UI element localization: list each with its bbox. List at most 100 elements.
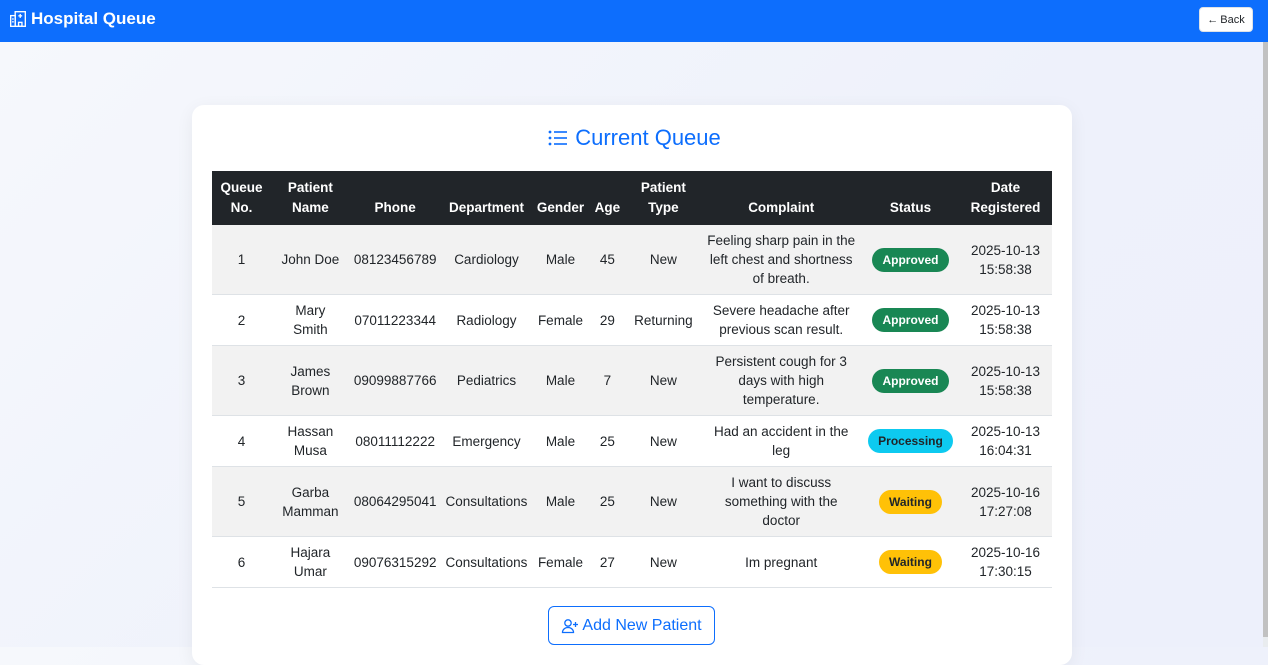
cell-text: 17:30:15	[979, 564, 1032, 579]
cell-text: Cardiology	[454, 252, 519, 267]
cell-department: Consultations	[440, 536, 533, 588]
cell-patient-name: Mary Smith	[270, 294, 350, 346]
cell-text: Brown	[291, 382, 330, 398]
table-row[interactable]: 5 Garba Mamman 08064295041 Consultations Male…	[212, 466, 1052, 537]
cell-text: Male	[545, 252, 576, 267]
cell-text: 09076315292	[353, 554, 437, 570]
column-header-text: Queue	[220, 180, 263, 195]
cell-text: Pediatrics	[456, 373, 517, 388]
cell-text: 15:58:38	[979, 322, 1032, 337]
table-row[interactable]: 2 Mary Smith 07011223344 Radiology Female 29 Re…	[212, 294, 1052, 346]
cell-text: John Doe	[281, 252, 340, 267]
arrow-left-icon: ←	[1207, 13, 1219, 26]
cell-text: 1	[237, 252, 246, 267]
back-button[interactable]: ← Back	[1199, 7, 1253, 32]
page-title-text: Current Queue	[575, 125, 721, 150]
hospital-icon	[9, 10, 27, 28]
top-navbar: Hospital Queue ← Back	[0, 0, 1268, 42]
cell-text: 6	[237, 554, 246, 570]
cell-queue-no: 6	[212, 536, 271, 588]
table-header-row: Queue No. Patient Name Phone Department Gender…	[212, 171, 1052, 225]
cell-status: Processing	[862, 415, 959, 467]
column-header: Department	[440, 171, 533, 225]
column-header: Queue No.	[212, 171, 271, 225]
cell-queue-no: 3	[212, 345, 271, 416]
page-title: Current Queue	[0, 124, 1268, 152]
cell-text: Returning	[634, 312, 693, 328]
cell-text: Musa	[293, 443, 327, 458]
cell-text: 2025-10-16	[970, 545, 1041, 560]
cell-gender: Male	[532, 345, 589, 416]
cell-patient-name: Hajara Umar	[270, 536, 350, 588]
cell-queue-no: 4	[212, 415, 271, 467]
cell-text: 2025-10-13	[970, 303, 1041, 318]
cell-patient-name: John Doe	[270, 225, 350, 295]
cell-date-registered: 2025-10-13 16:04:31	[958, 415, 1052, 467]
cell-age: 27	[588, 536, 627, 588]
cell-text: Mary	[295, 303, 326, 318]
table-row[interactable]: 3 James Brown 09099887766 Pediatrics Male 7 New…	[212, 345, 1052, 416]
table-row[interactable]: 1 John Doe 08123456789 Cardiology Male 45 New F…	[212, 225, 1052, 295]
cell-status: Approved	[862, 225, 959, 295]
queue-table: Queue No. Patient Name Phone Department Gender…	[212, 171, 1052, 588]
cell-text: New	[649, 252, 677, 267]
column-header-text: Gender	[536, 200, 585, 215]
cell-department: Emergency	[440, 415, 533, 467]
cell-text: 09099887766	[353, 373, 437, 388]
cell-queue-no: 1	[212, 225, 271, 295]
cell-text: Im pregnant	[745, 554, 818, 570]
cell-age: 29	[588, 294, 627, 346]
cell-age: 25	[588, 415, 627, 467]
cell-text: Feeling sharp pain in the	[707, 233, 856, 248]
cell-text: 27	[599, 554, 615, 570]
table-row[interactable]: 4 Hassan Musa 08011112222 Emergency Male 25 New…	[212, 415, 1052, 467]
cell-date-registered: 2025-10-13 15:58:38	[958, 345, 1052, 416]
cell-status: Approved	[862, 294, 959, 346]
cell-text: 3	[237, 373, 246, 388]
cell-department: Cardiology	[440, 225, 533, 295]
cell-text: Radiology	[456, 312, 517, 328]
cell-complaint: Had an accident in the leg	[700, 415, 863, 467]
column-header: Patient Type	[626, 171, 701, 225]
cell-text: 7	[603, 373, 612, 388]
brand[interactable]: Hospital Queue	[9, 9, 156, 29]
column-header: Patient Name	[270, 171, 350, 225]
column-header-text: Patient	[287, 180, 333, 195]
cell-patient-type: New	[626, 415, 701, 467]
cell-complaint: I want to discuss something with the doct…	[700, 466, 863, 537]
cell-text: left chest and shortness	[709, 252, 853, 267]
cell-phone: 08123456789	[349, 225, 441, 295]
cell-text: something with the doctor	[724, 494, 838, 528]
cell-text: 08064295041	[353, 494, 437, 509]
column-header: Status	[862, 171, 959, 225]
cell-department: Radiology	[440, 294, 533, 346]
cell-department: Pediatrics	[440, 345, 533, 416]
cell-queue-no: 5	[212, 466, 271, 537]
cell-text: Garba	[291, 484, 330, 500]
status-badge: Waiting	[879, 550, 942, 574]
cell-text: Mamman	[282, 503, 339, 519]
cell-text: Male	[545, 433, 576, 449]
column-header-text: Name	[292, 200, 329, 215]
cell-text: Emergency	[452, 433, 521, 449]
cell-text: I want to discuss	[731, 475, 832, 490]
status-badge: Approved	[872, 368, 949, 393]
cell-text: 25	[599, 494, 615, 509]
cell-phone: 09076315292	[349, 536, 441, 588]
back-button-label: Back	[1220, 13, 1245, 26]
add-new-patient-button[interactable]: Add New Patient	[548, 606, 715, 645]
cell-text: New	[649, 494, 677, 509]
cell-text: 4	[237, 433, 246, 449]
table-row[interactable]: 6 Hajara Umar 09076315292 Consultations Femal…	[212, 536, 1052, 588]
cell-patient-name: James Brown	[270, 345, 350, 416]
cell-text: 2	[237, 312, 246, 328]
cell-age: 7	[588, 345, 627, 416]
cell-text: 25	[599, 433, 615, 449]
cell-phone: 08064295041	[349, 466, 441, 537]
cell-text: 07011223344	[354, 312, 436, 328]
cell-text: Male	[545, 373, 576, 388]
column-header-text: Type	[648, 200, 679, 215]
cell-text: New	[649, 554, 677, 570]
cell-text: Umar	[293, 564, 327, 579]
cell-complaint: Im pregnant	[700, 536, 863, 588]
